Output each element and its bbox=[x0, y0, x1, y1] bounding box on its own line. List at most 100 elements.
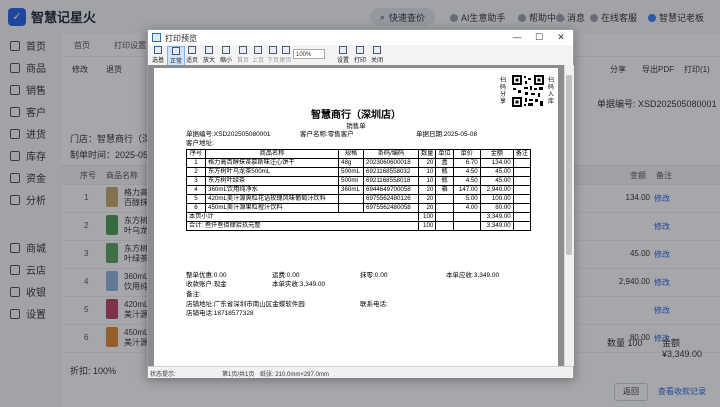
window-title-bar: 打印预览 — ☐ ✕ bbox=[148, 30, 573, 46]
next-page-icon bbox=[269, 46, 277, 54]
ribbon-label: 适页 bbox=[185, 58, 198, 64]
total-amount: 3,349.00 bbox=[479, 221, 514, 231]
last-page-button[interactable]: 尾页 bbox=[279, 46, 292, 64]
print-now-button[interactable]: 打印 bbox=[352, 46, 368, 64]
print-preview-window: 打印预览 — ☐ ✕ 选基 正常 适页 放大 缩小 首页 上页 下页 尾页 10… bbox=[147, 29, 574, 378]
zoom-in-icon bbox=[205, 46, 213, 54]
page-subtotal-qty: 100 bbox=[417, 212, 437, 222]
prev-page-button[interactable]: 上页 bbox=[250, 46, 266, 64]
receipt-cell-note bbox=[512, 185, 532, 195]
window-title: 打印预览 bbox=[165, 34, 197, 43]
receipt-cell-qty: 10 bbox=[417, 167, 437, 177]
receipt-col-amount: 金额 bbox=[479, 149, 514, 159]
ribbon-label: 选基 bbox=[151, 58, 164, 64]
receipt-cell-code: 6944649700058 bbox=[363, 185, 419, 195]
receipt-cell-spec bbox=[338, 203, 364, 213]
first-page-icon bbox=[239, 46, 247, 54]
receipt-cell-spec: 360mL bbox=[338, 185, 364, 195]
receipt-item-row: 6 450mL美汁源果粒橙汁饮料 6975562480058 20 4.00 80.00 bbox=[186, 203, 532, 213]
receipt-col-name: 商品名称 bbox=[205, 149, 339, 159]
ribbon-label: 首页 bbox=[236, 58, 249, 64]
first-page-button[interactable]: 首页 bbox=[235, 46, 251, 64]
receipt-cell-unit: 瓶 bbox=[435, 167, 454, 177]
receipt-cell-no: 4 bbox=[186, 185, 206, 195]
receipt-table-header: 序号 商品名称 规格 条码/编码 数量 单位 单价 金额 备注 bbox=[186, 149, 532, 159]
receipt-col-qty: 数量 bbox=[417, 149, 437, 159]
ribbon-label: 设置 bbox=[336, 58, 349, 64]
fit-icon bbox=[188, 46, 196, 54]
received-amount: 本单实收:3,349.00 bbox=[272, 281, 326, 288]
receipt-title: 智慧商行（深圳店） bbox=[311, 110, 401, 121]
close-preview-button[interactable]: 关闭 bbox=[369, 46, 385, 64]
receipt-cell-note bbox=[512, 203, 532, 213]
receipt-cell-name: 东方树叶绿茶 bbox=[205, 176, 339, 186]
select-icon bbox=[154, 46, 162, 54]
prev-page-icon bbox=[254, 46, 262, 54]
receipt-cell-spec: 500mL bbox=[338, 167, 364, 177]
qr-code bbox=[511, 74, 545, 108]
status-bar: 状态提示: 第1页/共1页 纸张: 210.0mm×297.0mm bbox=[148, 366, 573, 378]
receipt-cell-spec bbox=[338, 194, 364, 204]
receipt-cell-no: 6 bbox=[186, 203, 206, 213]
scrollbar-thumb[interactable] bbox=[566, 75, 572, 255]
status-paper: 纸张: 210.0mm×297.0mm bbox=[260, 372, 329, 378]
receipt-item-row: 3 东方树叶绿茶 500ml 6921168558018 10 瓶 4.50 45.00 bbox=[186, 176, 532, 186]
total-label: 合计: 叁仟叁佰肆拾玖元整 bbox=[186, 221, 419, 231]
receipt-cell-name: 360mL饮用纯净水 bbox=[205, 185, 339, 195]
receipt-col-price: 单价 bbox=[452, 149, 481, 159]
ribbon-label: 下页 bbox=[266, 58, 279, 64]
receipt-cell-name: 东方树叶乌龙茶500mL bbox=[205, 167, 339, 177]
receipt-cell-code: 2023060600018 bbox=[363, 158, 419, 168]
receipt-cell-price: 4.00 bbox=[452, 203, 481, 213]
close-window-button[interactable]: ✕ bbox=[550, 31, 572, 44]
receipt-cell-qty: 20 bbox=[417, 185, 437, 195]
select-base-button[interactable]: 选基 bbox=[150, 46, 166, 64]
receipt-cell-spec: 500ml bbox=[338, 176, 364, 186]
zoom-out-button[interactable]: 缩小 bbox=[218, 46, 234, 64]
receipt-col-no: 序号 bbox=[186, 149, 206, 159]
receipt-item-row: 5 420mL美汁源爽粒花语玫瑰风味葡萄汁饮料 6975562480126 20 5.0… bbox=[186, 194, 532, 204]
fit-page-button[interactable]: 适页 bbox=[184, 46, 200, 64]
receipt-cell-code: 6921168558032 bbox=[363, 167, 419, 177]
receipt-cell-qty: 10 bbox=[417, 176, 437, 186]
receipt-cell-code: 6975562480058 bbox=[363, 203, 419, 213]
receipt-cell-amount: 134.00 bbox=[479, 158, 514, 168]
receipt-cell-note bbox=[512, 158, 532, 168]
receipt-cell-name: 420mL美汁源爽粒花语玫瑰风味葡萄汁饮料 bbox=[205, 194, 339, 204]
vertical-scrollbar[interactable] bbox=[564, 65, 574, 366]
contact-phone: 联系电话: bbox=[360, 301, 388, 308]
scan-stock-text: 扫码入库 bbox=[548, 78, 555, 105]
receipt-cell-qty: 20 bbox=[417, 158, 437, 168]
total-qty: 100 bbox=[417, 221, 437, 231]
ribbon-label: 关闭 bbox=[370, 58, 383, 64]
receipt-item-row: 1 格力高百醇抹茶慕斯味注心饼干 48g 2023060600018 20 盒 6.70 13… bbox=[186, 158, 532, 168]
minimize-button[interactable]: — bbox=[506, 31, 528, 44]
ribbon-label: 尾页 bbox=[279, 58, 292, 64]
preview-canvas[interactable]: 扫码分享 扫码入库 智慧商行（深圳店） 销售单 单据编号:XSD20250508… bbox=[148, 65, 564, 366]
receivable-amount: 本单应收:3,349.00 bbox=[446, 272, 500, 279]
zoom-select[interactable]: 100% bbox=[293, 49, 325, 59]
receipt-cell-amount: 100.00 bbox=[479, 194, 514, 204]
receipt-cell-note bbox=[512, 194, 532, 204]
receipt-cell-no: 2 bbox=[186, 167, 206, 177]
receipt-cell-amount: 45.00 bbox=[479, 176, 514, 186]
receipt-cell-price: 147.00 bbox=[452, 185, 481, 195]
receipt-cell-unit: 盒 bbox=[435, 158, 454, 168]
page-setup-button[interactable]: 设置 bbox=[335, 46, 351, 64]
receipt-order-date: 单据日期:2025-05-08 bbox=[416, 131, 478, 138]
normal-view-button[interactable]: 正常 bbox=[167, 46, 185, 66]
receipt-cell-price: 5.00 bbox=[452, 194, 481, 204]
store-phone: 店铺电话:18718577328 bbox=[186, 310, 254, 317]
maximize-button[interactable]: ☐ bbox=[528, 31, 550, 44]
ribbon-label: 上页 bbox=[251, 58, 264, 64]
status-page: 第1页/共1页 bbox=[222, 372, 255, 378]
zoom-in-button[interactable]: 放大 bbox=[201, 46, 217, 64]
receipt-table-body: 1 格力高百醇抹茶慕斯味注心饼干 48g 2023060600018 20 盒 6.70 13… bbox=[186, 158, 532, 213]
app-root: ✓ 智慧记星火 ⌕ 快速查价 AI生意助手 帮助中心 消息 在线客服 智慧记老板 bbox=[0, 0, 720, 407]
receipt-cell-code: 6921168558018 bbox=[363, 176, 419, 186]
receipt-cell-amount: 2,940.00 bbox=[479, 185, 514, 195]
setup-icon bbox=[339, 46, 347, 54]
receipt-item-row: 4 360mL饮用纯净水 360mL 6944649700058 20 箱 147.00 2,… bbox=[186, 185, 532, 195]
scan-share-text: 扫码分享 bbox=[500, 78, 507, 105]
receipt-cell-code: 6975562480126 bbox=[363, 194, 419, 204]
